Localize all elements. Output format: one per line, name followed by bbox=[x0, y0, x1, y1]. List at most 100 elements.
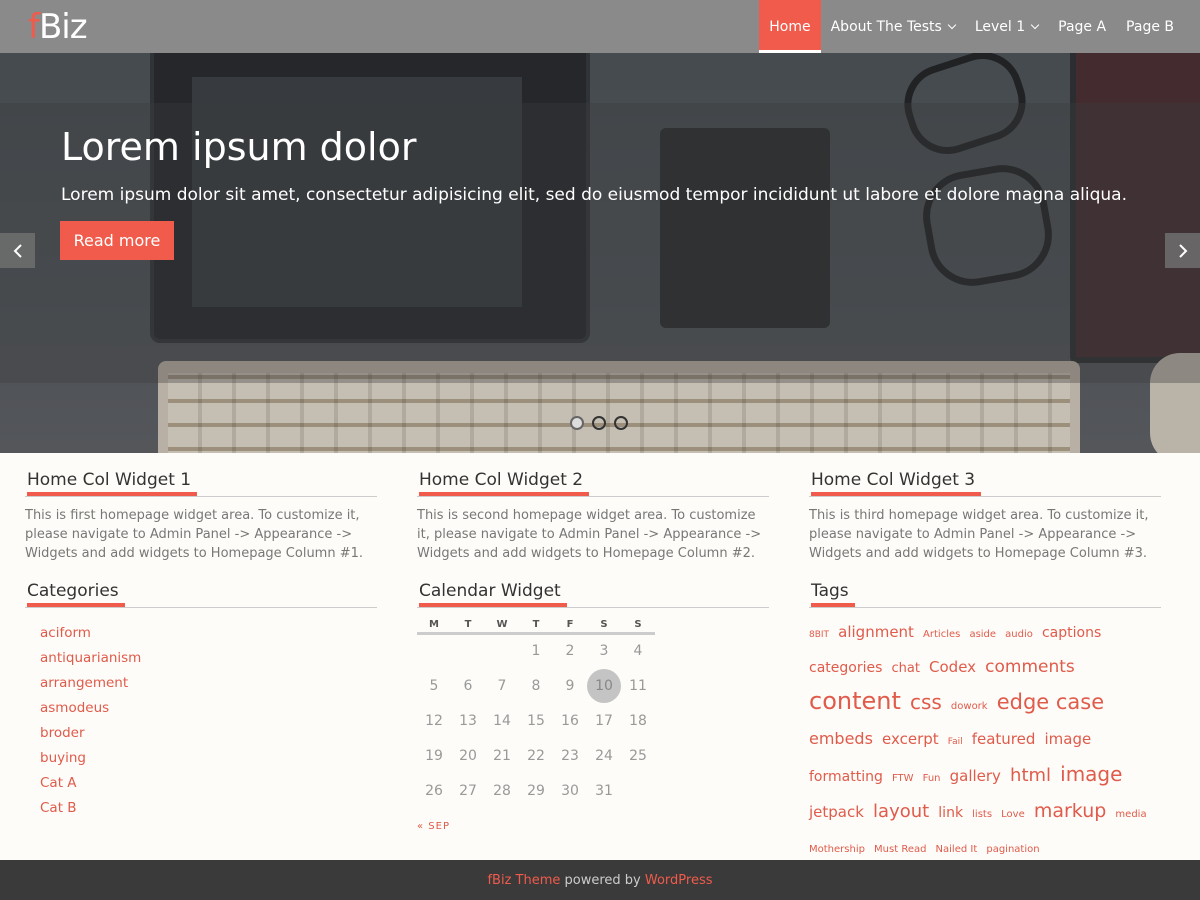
calendar-weekday: W bbox=[485, 618, 519, 635]
calendar-day: 31 bbox=[595, 782, 613, 799]
nav-item-home[interactable]: Home bbox=[759, 0, 821, 53]
chevron-right-icon bbox=[1178, 243, 1187, 258]
category-link[interactable]: broder bbox=[40, 721, 377, 746]
widget-title: Home Col Widget 1 bbox=[25, 466, 377, 497]
tag-link[interactable]: edge case bbox=[997, 690, 1104, 714]
site-footer: fBiz Theme powered by WordPress bbox=[0, 860, 1200, 900]
tag-link[interactable]: embeds bbox=[809, 729, 873, 748]
calendar-day bbox=[621, 773, 655, 808]
tag-link[interactable]: excerpt bbox=[882, 730, 939, 748]
tag-link[interactable]: css bbox=[910, 690, 942, 714]
home-col-widget-2: Home Col Widget 2 This is second homepag… bbox=[417, 466, 769, 563]
calendar-day: 10 bbox=[587, 668, 621, 703]
tag-link[interactable]: image bbox=[1060, 762, 1122, 786]
nav-item-level-1[interactable]: Level 1 bbox=[965, 0, 1048, 53]
calendar-day: 27 bbox=[459, 782, 477, 799]
calendar-day bbox=[451, 633, 485, 668]
calendar-day: 12 bbox=[425, 712, 443, 729]
slide-title: Lorem ipsum dolor bbox=[61, 125, 417, 169]
calendar-day: 21 bbox=[493, 747, 511, 764]
tag-cloud: 8BIT alignment Articles aside audio capt… bbox=[809, 616, 1154, 866]
calendar-day: 11 bbox=[629, 677, 647, 694]
tag-link[interactable]: lists bbox=[972, 809, 992, 820]
tag-link[interactable]: image bbox=[1044, 730, 1091, 748]
tag-link[interactable]: jetpack bbox=[809, 803, 864, 821]
read-more-button[interactable]: Read more bbox=[60, 221, 174, 260]
tag-link[interactable]: Must Read bbox=[874, 844, 926, 855]
tag-link[interactable]: Mothership bbox=[809, 844, 865, 855]
tag-link[interactable]: formatting bbox=[809, 769, 883, 785]
tag-link[interactable]: layout bbox=[873, 801, 929, 822]
tag-link[interactable]: Love bbox=[1001, 809, 1025, 820]
tag-link[interactable]: Codex bbox=[929, 658, 976, 676]
calendar-weekday: T bbox=[519, 618, 553, 635]
tag-link[interactable]: alignment bbox=[838, 623, 914, 641]
slider-dot-3[interactable] bbox=[614, 416, 628, 430]
tag-link[interactable]: content bbox=[809, 687, 901, 715]
logo-text: Biz bbox=[38, 7, 88, 47]
slider-prev-button[interactable] bbox=[0, 233, 35, 268]
slide-text: Lorem ipsum dolor sit amet, consectetur … bbox=[61, 185, 1128, 205]
tag-link[interactable]: markup bbox=[1034, 800, 1106, 822]
widget-title-text: Home Col Widget 2 bbox=[419, 466, 590, 496]
theme-link[interactable]: fBiz Theme bbox=[487, 873, 560, 888]
calendar-day: 16 bbox=[561, 712, 579, 729]
tag-link[interactable]: media bbox=[1115, 809, 1146, 820]
tag-link[interactable]: Nailed It bbox=[936, 844, 978, 855]
tag-link[interactable]: Fun bbox=[923, 773, 941, 784]
tag-link[interactable]: captions bbox=[1042, 625, 1101, 641]
tag-link[interactable]: link bbox=[938, 805, 963, 821]
slider-next-button[interactable] bbox=[1165, 233, 1200, 268]
chevron-down-icon bbox=[1030, 20, 1040, 29]
site-logo[interactable]: fBiz bbox=[28, 7, 88, 47]
widget-text: This is first homepage widget area. To c… bbox=[25, 508, 364, 561]
tag-link[interactable]: pagination bbox=[986, 844, 1039, 855]
wordpress-link[interactable]: WordPress bbox=[645, 873, 713, 888]
category-link[interactable]: Cat A bbox=[40, 771, 377, 796]
calendar-week-row: 12 13 14 15 16 17 18 bbox=[417, 703, 655, 738]
category-link[interactable]: arrangement bbox=[40, 671, 377, 696]
widget-text: This is second homepage widget area. To … bbox=[417, 508, 762, 561]
category-link[interactable]: asmodeus bbox=[40, 696, 377, 721]
tag-link[interactable]: Articles bbox=[923, 629, 960, 640]
category-link[interactable]: buying bbox=[40, 746, 377, 771]
widget-title: Tags bbox=[809, 577, 1161, 608]
widget-title-text: Tags bbox=[811, 577, 855, 607]
slider-dot-2[interactable] bbox=[592, 416, 606, 430]
calendar-day: 17 bbox=[595, 712, 613, 729]
tag-link[interactable]: featured bbox=[972, 730, 1036, 748]
widget-title: Categories bbox=[25, 577, 377, 608]
categories-list: aciform antiquarianism arrangement asmod… bbox=[25, 621, 377, 821]
tag-link[interactable]: Fail bbox=[948, 737, 963, 747]
home-col-widget-3: Home Col Widget 3 This is third homepage… bbox=[809, 466, 1161, 563]
widget-title-text: Home Col Widget 3 bbox=[811, 466, 982, 496]
slider-pagination bbox=[570, 416, 628, 430]
calendar-day: 24 bbox=[595, 747, 613, 764]
calendar-week-row: 19 20 21 22 23 24 25 bbox=[417, 738, 655, 773]
tag-link[interactable]: aside bbox=[969, 629, 996, 640]
tag-link[interactable]: 8BIT bbox=[809, 630, 829, 640]
slider-dot-1[interactable] bbox=[570, 416, 584, 430]
tag-link[interactable]: FTW bbox=[892, 773, 914, 784]
nav-item-about-the-tests[interactable]: About The Tests bbox=[821, 0, 965, 53]
hero-slider: Lorem ipsum dolor Lorem ipsum dolor sit … bbox=[0, 53, 1200, 453]
tag-link[interactable]: audio bbox=[1005, 629, 1033, 640]
tag-link[interactable]: categories bbox=[809, 660, 882, 676]
nav-item-page-a[interactable]: Page A bbox=[1048, 0, 1116, 53]
calendar-prev-month-link[interactable]: « SEP bbox=[417, 821, 769, 832]
category-link[interactable]: Cat B bbox=[40, 796, 377, 821]
tag-link[interactable]: comments bbox=[985, 657, 1075, 677]
calendar-body: 1 2 3 4 5 6 7 8 9 10 11 12 13 14 15 16 17 18 19 20 21 22 23 24 2… bbox=[417, 633, 655, 808]
calendar-weekday: S bbox=[621, 618, 655, 635]
category-link[interactable]: antiquarianism bbox=[40, 646, 377, 671]
tag-link[interactable]: chat bbox=[891, 661, 919, 676]
tag-link[interactable]: gallery bbox=[950, 767, 1001, 785]
chevron-left-icon bbox=[13, 243, 22, 258]
nav-item-page-b[interactable]: Page B bbox=[1116, 0, 1184, 53]
tag-link[interactable]: dowork bbox=[951, 701, 988, 712]
tag-link[interactable]: html bbox=[1010, 765, 1051, 786]
calendar-day: 4 bbox=[633, 643, 643, 660]
category-link[interactable]: aciform bbox=[40, 621, 377, 646]
home-col-widget-1: Home Col Widget 1 This is first homepage… bbox=[25, 466, 377, 563]
nav-label: Page A bbox=[1058, 18, 1107, 35]
